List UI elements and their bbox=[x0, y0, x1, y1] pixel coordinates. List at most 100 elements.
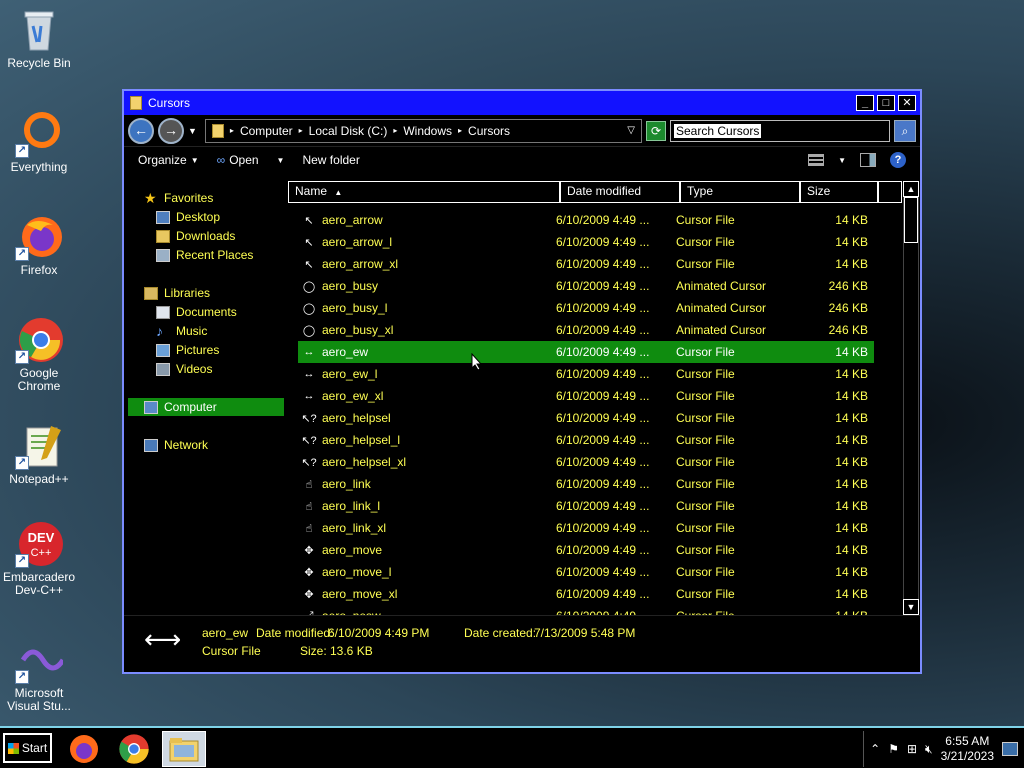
nav-item-computer[interactable]: Computer bbox=[128, 398, 284, 416]
open-button[interactable]: ∞ Open ▼ bbox=[217, 153, 285, 167]
taskbar-chrome[interactable] bbox=[112, 731, 156, 767]
table-row[interactable]: ↖? aero_helpsel_l 6/10/2009 4:49 ... Cursor… bbox=[298, 429, 874, 451]
nav-item-downloads[interactable]: Downloads bbox=[156, 227, 235, 245]
table-row[interactable]: ◯ aero_busy 6/10/2009 4:49 ... Animated Cur… bbox=[298, 275, 874, 297]
table-row[interactable]: ☝ aero_link 6/10/2009 4:49 ... Cursor File 1… bbox=[298, 473, 874, 495]
table-row[interactable]: ↔ aero_ew_l 6/10/2009 4:49 ... Cursor File 1… bbox=[298, 363, 874, 385]
clock[interactable]: 6:55 AM 3/21/2023 bbox=[941, 734, 994, 764]
nav-label: Documents bbox=[176, 305, 237, 319]
chevron-down-icon[interactable]: ▼ bbox=[838, 156, 846, 165]
table-row[interactable]: ✥ aero_move_xl 6/10/2009 4:49 ... Cursor Fi… bbox=[298, 583, 874, 605]
table-row[interactable]: ↔ aero_ew_xl 6/10/2009 4:49 ... Cursor File… bbox=[298, 385, 874, 407]
table-row[interactable]: ↖ aero_arrow 6/10/2009 4:49 ... Cursor File… bbox=[298, 209, 874, 231]
computer-icon bbox=[144, 400, 158, 414]
table-row[interactable]: ↖? aero_helpsel 6/10/2009 4:49 ... Cursor F… bbox=[298, 407, 874, 429]
file-type: Cursor File bbox=[676, 499, 735, 513]
search-input[interactable]: Search Cursors bbox=[674, 123, 762, 138]
new-folder-button[interactable]: New folder bbox=[302, 153, 359, 167]
search-icon[interactable]: ⌕ bbox=[894, 119, 916, 142]
scroll-up-button[interactable]: ▲ bbox=[903, 181, 919, 197]
nav-item-network[interactable]: Network bbox=[144, 436, 208, 454]
back-button[interactable]: ← bbox=[128, 117, 154, 144]
desktop-icon-notepadpp[interactable]: ↗ Notepad++ bbox=[0, 422, 78, 486]
file-date-modified: 6/10/2009 4:49 ... bbox=[556, 433, 650, 447]
column-header-size[interactable]: Size bbox=[800, 181, 878, 203]
breadcrumb-windows[interactable]: Windows bbox=[403, 124, 452, 138]
chevron-right-icon[interactable]: ▸ bbox=[230, 126, 234, 135]
nav-item-libraries[interactable]: Libraries bbox=[144, 284, 210, 302]
nav-item-favorites[interactable]: ★ Favorites bbox=[144, 189, 213, 207]
breadcrumb-computer[interactable]: Computer bbox=[240, 124, 293, 138]
forward-button[interactable]: → bbox=[158, 117, 184, 144]
desktop-icon-devcpp[interactable]: DEV C++ ↗ Embarcadero Dev-C++ bbox=[0, 520, 78, 597]
show-desktop-button[interactable] bbox=[1002, 742, 1018, 756]
file-size: 14 KB bbox=[835, 367, 868, 381]
table-row[interactable]: ↔ aero_ew 6/10/2009 4:49 ... Cursor File 14 … bbox=[298, 341, 874, 363]
nav-item-pictures[interactable]: Pictures bbox=[156, 341, 219, 359]
title-bar[interactable]: Cursors _ □ ✕ bbox=[124, 91, 920, 115]
file-size: 246 KB bbox=[828, 301, 868, 315]
chevron-right-icon[interactable]: ▸ bbox=[393, 126, 397, 135]
desktop-icon-chrome[interactable]: ↗ Google Chrome bbox=[0, 316, 78, 393]
scroll-thumb[interactable] bbox=[904, 197, 918, 243]
desktop-icon-visual-studio[interactable]: ↗ Microsoft Visual Stu... bbox=[0, 636, 78, 713]
file-size: 14 KB bbox=[835, 389, 868, 403]
nav-item-documents[interactable]: Documents bbox=[156, 303, 237, 321]
nav-item-videos[interactable]: Videos bbox=[156, 360, 212, 378]
scroll-track[interactable] bbox=[903, 197, 919, 599]
table-row[interactable]: ⤢aero_nesw6/10/2009 4:49 ...Cursor File1… bbox=[298, 605, 874, 615]
table-row[interactable]: ◯ aero_busy_xl 6/10/2009 4:49 ... Animated … bbox=[298, 319, 874, 341]
desktop-icon-everything[interactable]: ↗ Everything bbox=[0, 110, 78, 174]
chrome-icon bbox=[119, 734, 149, 764]
table-row[interactable]: ☝ aero_link_xl 6/10/2009 4:49 ... Cursor Fi… bbox=[298, 517, 874, 539]
desktop-icon-firefox[interactable]: ↗ Firefox bbox=[0, 213, 78, 277]
breadcrumb[interactable]: ▸ Computer ▸ Local Disk (C:) ▸ Windows ▸… bbox=[204, 118, 642, 143]
taskbar-explorer[interactable] bbox=[162, 731, 206, 767]
vertical-scrollbar[interactable]: ▲ ▼ bbox=[902, 181, 920, 617]
help-icon[interactable]: ? bbox=[890, 152, 906, 168]
nav-label: Recent Places bbox=[176, 248, 254, 262]
table-row[interactable]: ↖ aero_arrow_xl 6/10/2009 4:49 ... Cursor F… bbox=[298, 253, 874, 275]
close-button[interactable]: ✕ bbox=[898, 95, 916, 111]
column-header-type[interactable]: Type bbox=[680, 181, 800, 203]
table-row[interactable]: ✥ aero_move_l 6/10/2009 4:49 ... Cursor Fil… bbox=[298, 561, 874, 583]
desktop-icon-recycle-bin[interactable]: Recycle Bin bbox=[0, 6, 78, 70]
chevron-down-icon[interactable]: ▼ bbox=[277, 156, 285, 165]
action-center-flag-icon[interactable]: ⚑ bbox=[888, 742, 899, 756]
minimize-button[interactable]: _ bbox=[856, 95, 874, 111]
nav-item-music[interactable]: ♪ Music bbox=[156, 322, 207, 340]
taskbar-firefox[interactable] bbox=[62, 731, 106, 767]
preview-pane-icon[interactable] bbox=[860, 153, 876, 167]
column-header-name[interactable]: Name ▲ bbox=[288, 181, 560, 203]
network-icon[interactable]: ⊞ bbox=[907, 742, 917, 756]
table-row[interactable]: ✥ aero_move 6/10/2009 4:49 ... Cursor File 1… bbox=[298, 539, 874, 561]
show-hidden-icons-icon[interactable]: ⌃ bbox=[870, 742, 880, 756]
nav-item-desktop[interactable]: Desktop bbox=[156, 208, 220, 226]
view-options-icon[interactable] bbox=[808, 154, 825, 166]
cursor-file-icon: ☝ bbox=[305, 500, 313, 513]
desktop-icon-label: Everything bbox=[10, 160, 68, 174]
chevron-right-icon[interactable]: ▸ bbox=[299, 126, 303, 135]
file-date-modified: 6/10/2009 4:49 ... bbox=[556, 213, 650, 227]
organize-button[interactable]: Organize ▼ bbox=[138, 153, 199, 167]
maximize-button[interactable]: □ bbox=[877, 95, 895, 111]
column-header-date[interactable]: Date modified bbox=[560, 181, 680, 203]
nav-label: Music bbox=[176, 324, 208, 338]
refresh-button[interactable]: ⟳ bbox=[646, 120, 666, 141]
notepadpp-icon: ↗ bbox=[15, 422, 63, 470]
table-row[interactable]: ◯ aero_busy_l 6/10/2009 4:49 ... Animated C… bbox=[298, 297, 874, 319]
breadcrumb-cursors[interactable]: Cursors bbox=[468, 124, 510, 138]
scroll-down-button[interactable]: ▼ bbox=[903, 599, 919, 615]
start-button[interactable]: Start bbox=[3, 733, 52, 763]
nav-item-recent-places[interactable]: Recent Places bbox=[156, 246, 253, 264]
column-header-extra[interactable] bbox=[878, 181, 902, 203]
chevron-down-icon[interactable]: ▽ bbox=[627, 125, 635, 136]
recent-pages-dropdown[interactable]: ▼ bbox=[188, 126, 197, 136]
search-box[interactable]: Search Cursors bbox=[670, 119, 890, 142]
table-row[interactable]: ☝ aero_link_l 6/10/2009 4:49 ... Cursor Fil… bbox=[298, 495, 874, 517]
volume-muted-icon[interactable]: 🔇︎ bbox=[925, 742, 933, 757]
chevron-right-icon[interactable]: ▸ bbox=[458, 126, 462, 135]
table-row[interactable]: ↖ aero_arrow_l 6/10/2009 4:49 ... Cursor Fi… bbox=[298, 231, 874, 253]
breadcrumb-local-disk[interactable]: Local Disk (C:) bbox=[309, 124, 388, 138]
table-row[interactable]: ↖? aero_helpsel_xl 6/10/2009 4:49 ... Curso… bbox=[298, 451, 874, 473]
